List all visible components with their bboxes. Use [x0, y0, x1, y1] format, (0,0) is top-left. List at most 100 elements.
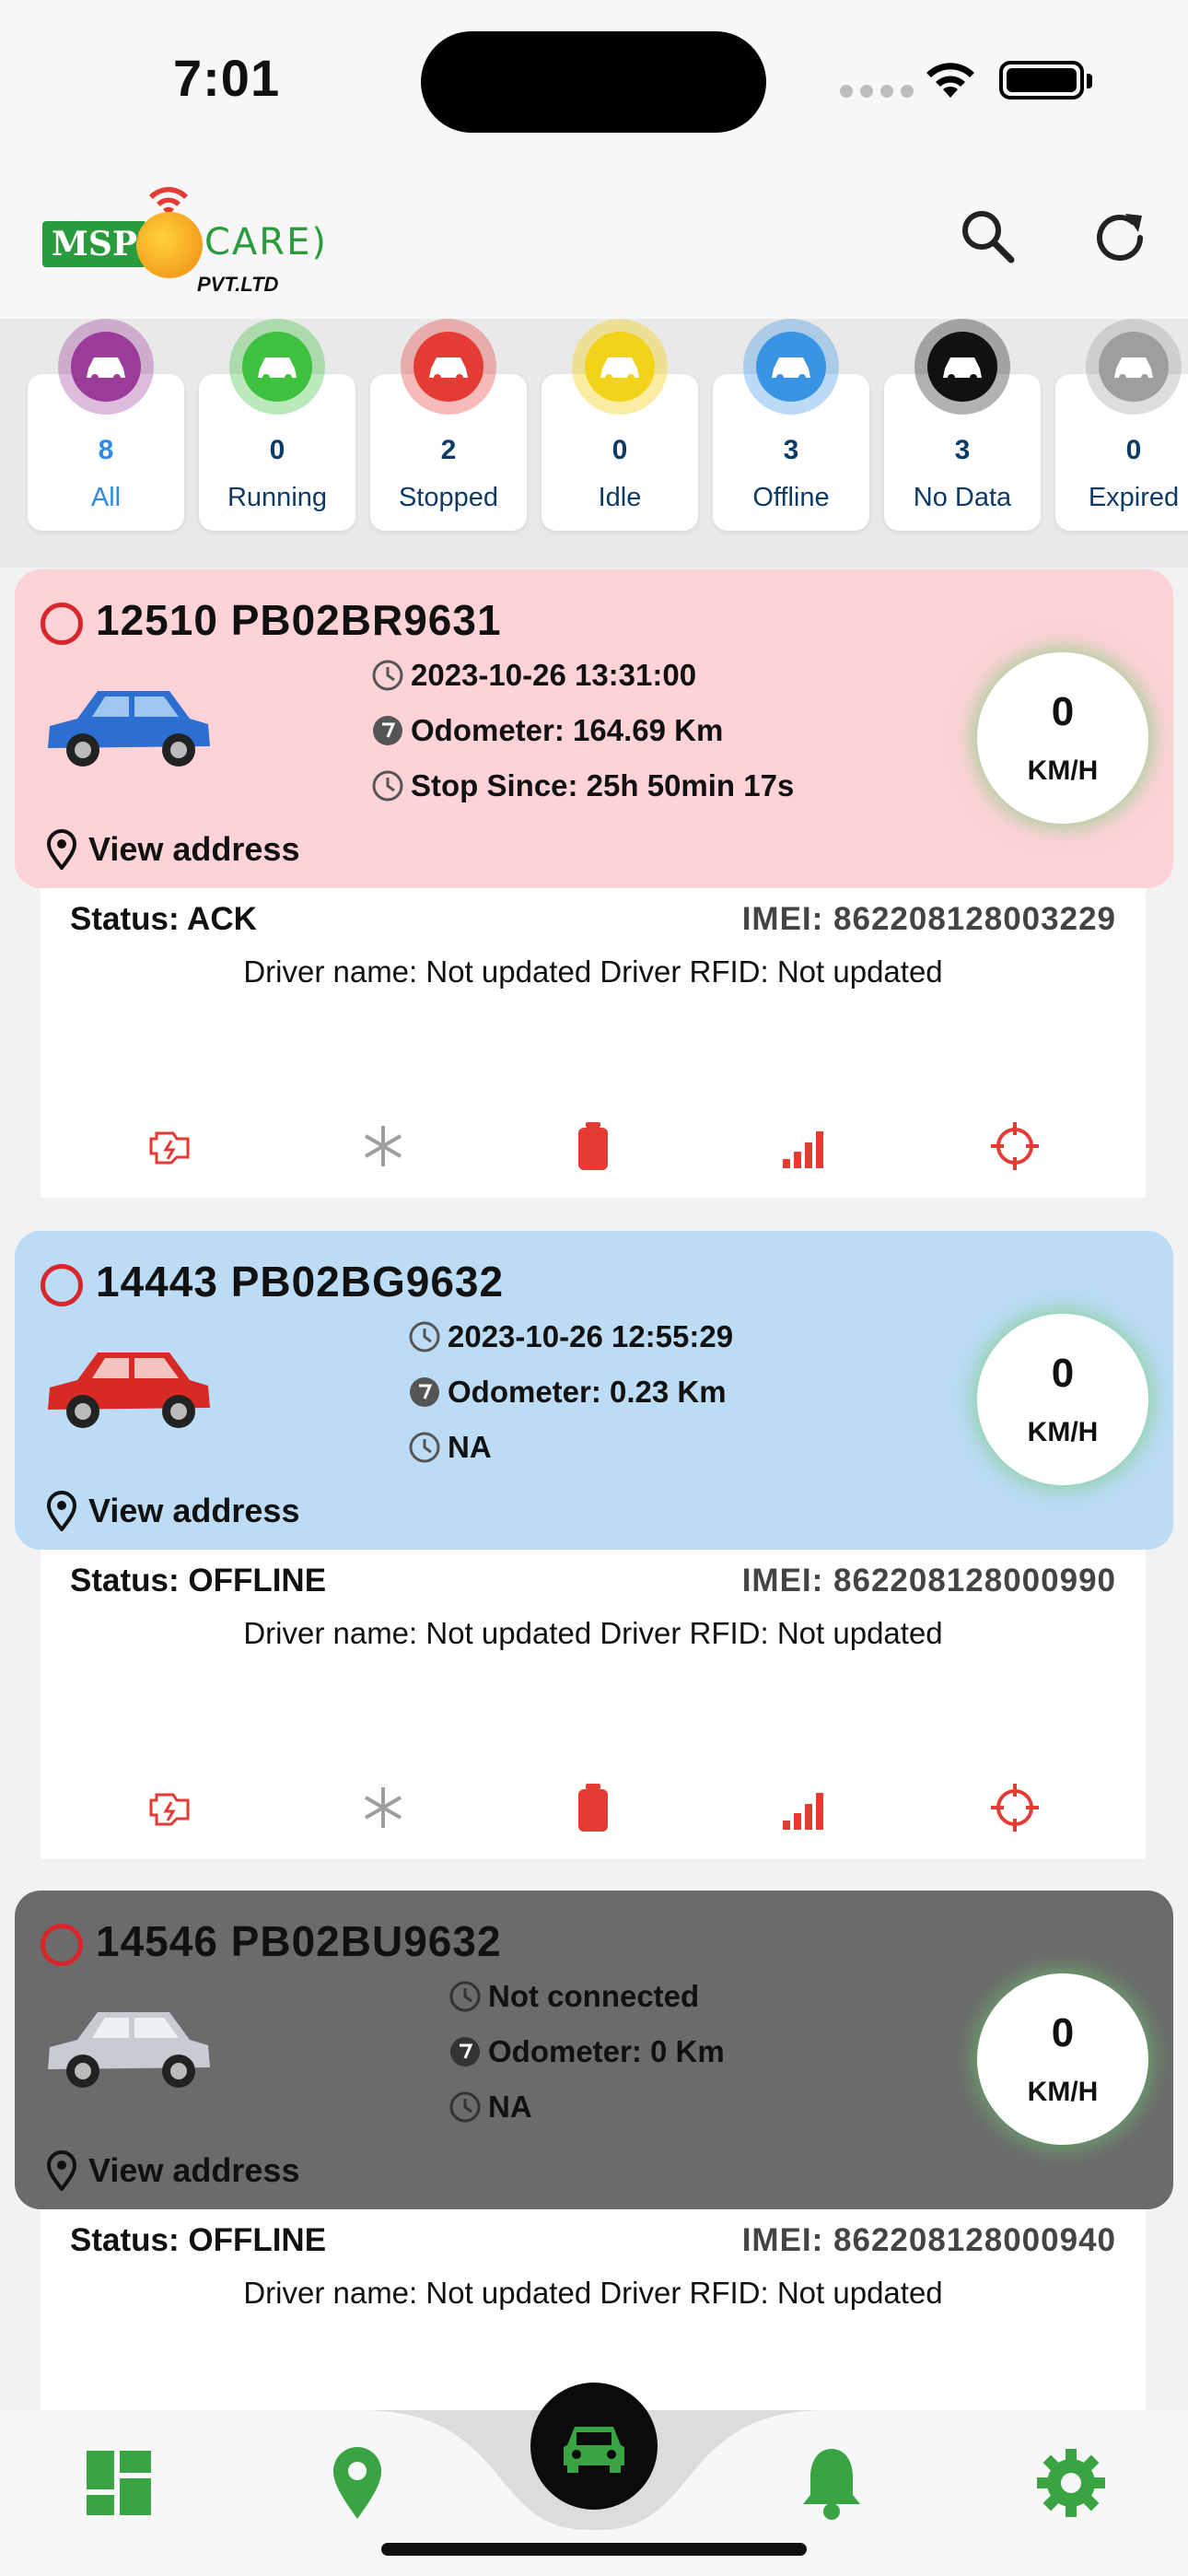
driver-info: Driver name: Not updated Driver RFID: No…: [243, 1616, 943, 1650]
refresh-icon[interactable]: [1087, 205, 1153, 271]
filter-idle[interactable]: 0 Idle: [542, 319, 698, 531]
battery-icon[interactable]: [565, 1780, 621, 1835]
status-text: Status: OFFLINE: [70, 1563, 327, 1598]
stop-since-line: NA: [448, 2090, 532, 2125]
logo-care-label: CARE: [204, 221, 312, 263]
logo-emblem: [136, 212, 203, 278]
filter-offline[interactable]: 3 Offline: [713, 319, 869, 531]
signal-icon[interactable]: [777, 1780, 833, 1835]
view-address-label: View address: [88, 2151, 300, 2189]
vehicle-details: Status: ACK IMEI: 862208128003229 Driver…: [41, 888, 1146, 1198]
settings-icon[interactable]: [1035, 2447, 1107, 2519]
clock-icon: [449, 2091, 481, 2123]
status-text: Status: ACK: [70, 901, 257, 937]
location-pin-icon: [46, 1491, 77, 1531]
status-ring-icon: [41, 603, 83, 645]
view-address-link[interactable]: View address: [46, 2150, 299, 2191]
filter-expired[interactable]: 0 Expired: [1055, 319, 1188, 531]
car-image: [48, 1352, 210, 1428]
car-image: [48, 2012, 210, 2088]
filter-label: No Data: [913, 483, 1012, 512]
engine-icon[interactable]: [144, 1780, 199, 1835]
odometer-line: Odometer: 0 Km: [448, 2034, 725, 2069]
last-update-text: Not connected: [488, 1979, 700, 2013]
dashboard-icon[interactable]: [85, 2449, 153, 2517]
odometer-text: Odometer: 164.69 Km: [411, 713, 724, 747]
company-logo: MSP CARE) PVT.LTD: [42, 184, 326, 304]
vehicle-card[interactable]: 12510 PB02BR9631 2023-10-26 13:31:00 Odo…: [15, 569, 1173, 888]
last-update-line: Not connected: [448, 1979, 699, 2014]
car-icon: [1114, 357, 1153, 381]
battery-tip: [1087, 74, 1092, 88]
status-filter-bar: 8 All 0 Running 2 Stopped 0 Idle 3 Offli…: [0, 319, 1188, 568]
odometer-line: Odometer: 164.69 Km: [370, 713, 723, 748]
last-update-line: 2023-10-26 12:55:29: [407, 1319, 733, 1354]
bell-icon[interactable]: [799, 2445, 864, 2521]
dynamic-island: [421, 31, 766, 133]
odometer-icon: [373, 716, 402, 745]
home-indicator: [381, 2543, 807, 2556]
clock-icon: [409, 1432, 440, 1463]
ac-icon[interactable]: [355, 1780, 411, 1835]
filter-no-data-badge: [914, 319, 1010, 415]
odometer-icon: [410, 1377, 439, 1407]
vehicle-title: 12510 PB02BR9631: [96, 596, 502, 644]
vehicle-card[interactable]: 14546 PB02BU9632 Not connected Odometer:…: [15, 1891, 1173, 2209]
ac-icon[interactable]: [355, 1118, 411, 1174]
vehicle-title: 14546 PB02BU9632: [96, 1917, 502, 1965]
vehicle-list-button[interactable]: [530, 2383, 658, 2510]
view-address-link[interactable]: View address: [46, 1491, 299, 1531]
car-icon: [87, 357, 125, 381]
filter-stopped[interactable]: 2 Stopped: [370, 319, 527, 531]
last-update-line: 2023-10-26 13:31:00: [370, 658, 696, 693]
stop-since-text: NA: [448, 1430, 492, 1464]
filter-count: 8: [98, 435, 114, 465]
vehicle-card[interactable]: 14443 PB02BG9632 2023-10-26 12:55:29 Odo…: [15, 1231, 1173, 1550]
filter-no-data[interactable]: 3 No Data: [884, 319, 1041, 531]
status-time: 7:01: [173, 49, 281, 107]
engine-icon[interactable]: [144, 1118, 199, 1174]
filter-expired-badge: [1086, 319, 1182, 415]
filter-all[interactable]: 8 All: [28, 319, 184, 531]
speed-unit: KM/H: [1027, 1417, 1099, 1447]
filter-count: 0: [1125, 435, 1142, 465]
filter-label: Stopped: [398, 483, 499, 512]
odometer-text: Odometer: 0.23 Km: [448, 1375, 727, 1409]
stop-since-text: Stop Since: 25h 50min 17s: [411, 768, 795, 802]
status-ring-icon: [41, 1264, 83, 1306]
filter-count: 3: [954, 435, 971, 465]
location-icon[interactable]: [330, 2445, 385, 2521]
speed-value: 0: [1051, 1351, 1075, 1396]
speed-unit: KM/H: [1027, 2077, 1099, 2107]
filter-label: Expired: [1088, 483, 1180, 512]
gps-icon[interactable]: [987, 1118, 1042, 1174]
speed-value: 0: [1051, 689, 1075, 734]
filter-label: Idle: [598, 483, 642, 512]
wifi-icon: [926, 63, 974, 98]
logo-care-text: CARE): [204, 221, 328, 263]
status-text: Status: OFFLINE: [70, 2222, 327, 2258]
search-icon[interactable]: [956, 205, 1020, 269]
filter-idle-badge: [572, 319, 668, 415]
view-address-label: View address: [88, 1492, 300, 1529]
gps-icon[interactable]: [987, 1780, 1042, 1835]
car-icon: [429, 357, 468, 381]
battery-icon[interactable]: [565, 1118, 621, 1174]
status-ring-icon: [41, 1924, 83, 1966]
view-address-link[interactable]: View address: [46, 829, 299, 870]
filter-count: 0: [269, 435, 285, 465]
speedometer: 0 KM/H: [977, 652, 1148, 824]
location-pin-icon: [46, 2150, 77, 2191]
filter-offline-badge: [743, 319, 839, 415]
imei-text: IMEI: 862208128003229: [741, 901, 1116, 937]
vehicle-icon: [564, 2427, 624, 2473]
vehicle-details: Status: OFFLINE IMEI: 862208128000940 Dr…: [41, 2209, 1146, 2412]
vehicle-details: Status: OFFLINE IMEI: 862208128000990 Dr…: [41, 1550, 1146, 1859]
odometer-icon: [450, 2037, 480, 2067]
filter-label: All: [90, 483, 122, 512]
signal-icon[interactable]: [777, 1118, 833, 1174]
filter-running[interactable]: 0 Running: [199, 319, 355, 531]
clock-icon: [449, 1981, 481, 2012]
imei-text: IMEI: 862208128000940: [741, 2222, 1116, 2258]
car-icon: [258, 357, 297, 381]
